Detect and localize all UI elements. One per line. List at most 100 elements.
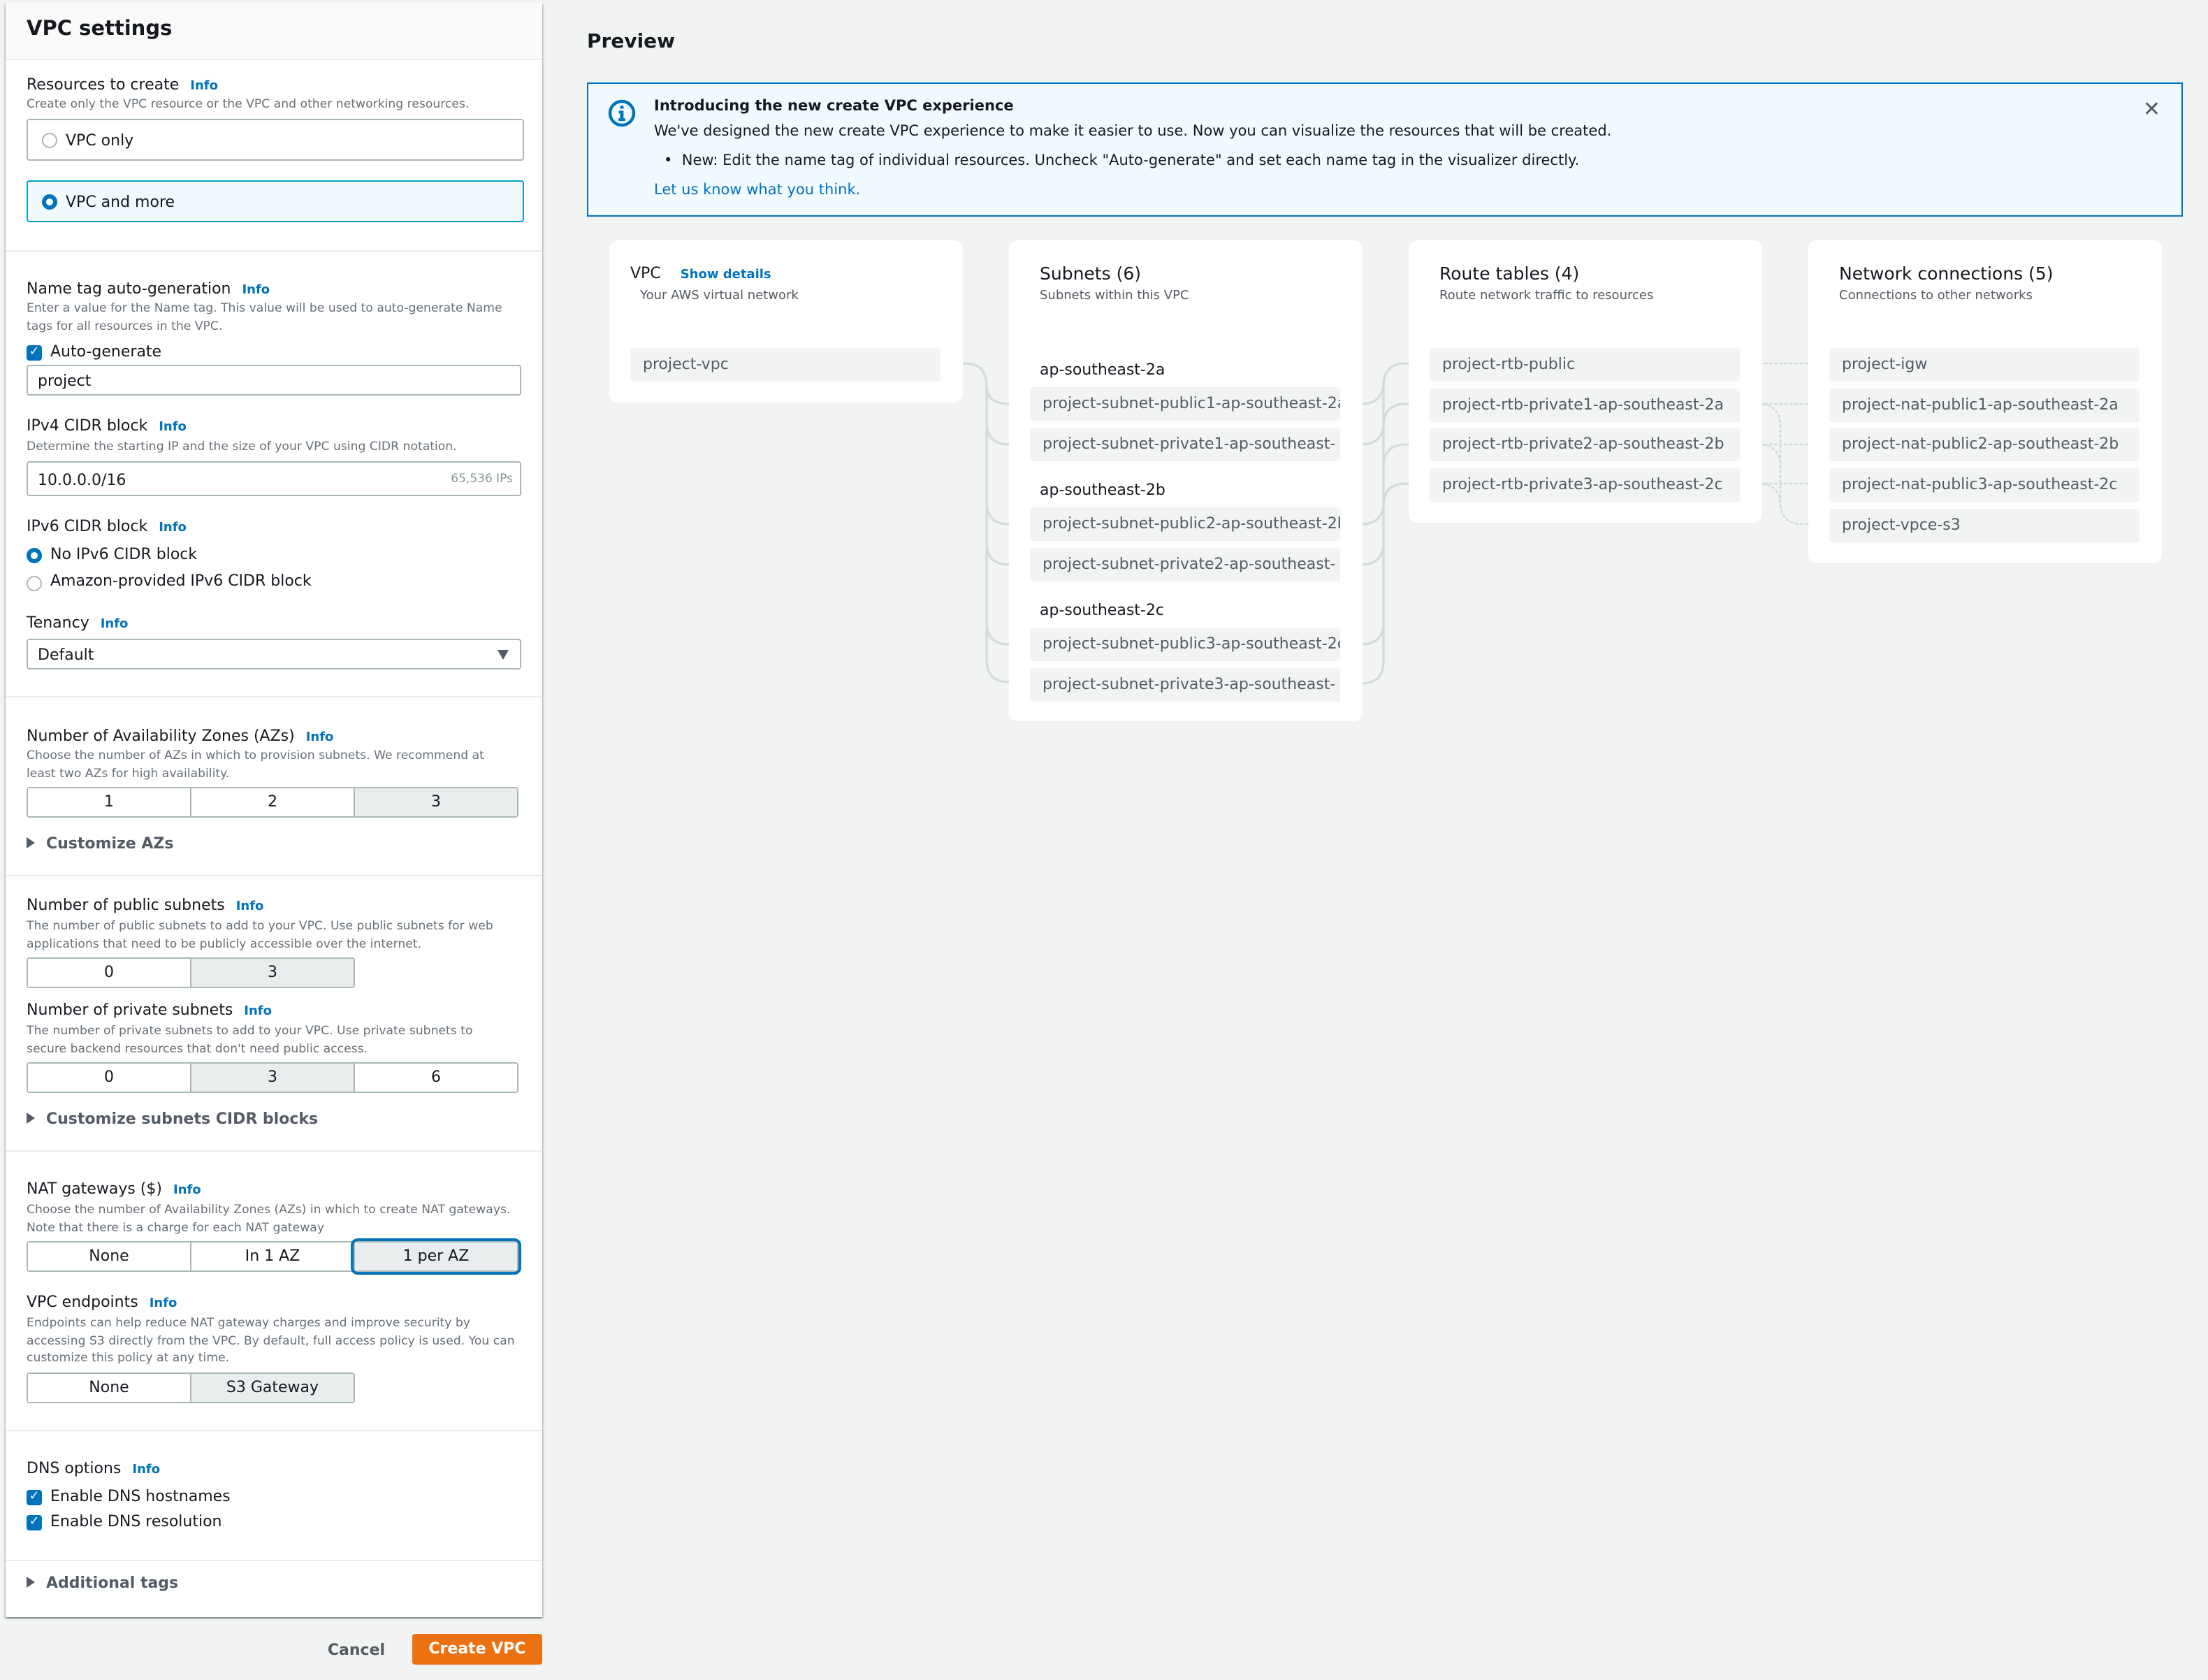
tenancy-info-link[interactable]: Info bbox=[101, 618, 129, 632]
info-alert: Introducing the new create VPC experienc… bbox=[587, 82, 2183, 217]
nat-option-1-per-az[interactable]: 1 per AZ bbox=[351, 1238, 521, 1275]
public-subnets-option-0[interactable]: 0 bbox=[28, 959, 191, 987]
ipv4-cidr-value: 10.0.0.0/16 bbox=[38, 471, 126, 489]
nat-option-in-1-az[interactable]: In 1 AZ bbox=[191, 1243, 355, 1270]
private-subnets-info-link[interactable]: Info bbox=[244, 1005, 272, 1019]
radio-card-vpc-and-more[interactable]: VPC and more bbox=[27, 180, 524, 222]
resources-label: Resources to create Info bbox=[27, 75, 218, 94]
dns-resolution-checkbox[interactable]: ✓ bbox=[27, 1515, 42, 1530]
network-connection-node[interactable]: project-nat-public1-ap-southeast-2a bbox=[1829, 389, 2140, 422]
subnet-node[interactable]: project-subnet-private1-ap-southeast- bbox=[1030, 428, 1340, 461]
private-subnets-label-text: Number of private subnets bbox=[27, 1001, 233, 1019]
route-table-node[interactable]: project-rtb-private1-ap-southeast-2a bbox=[1430, 389, 1740, 422]
caret-down-icon bbox=[497, 650, 509, 660]
divider bbox=[6, 875, 542, 876]
dns-hostnames-checkbox[interactable]: ✓ bbox=[27, 1490, 42, 1505]
cancel-button[interactable]: Cancel bbox=[310, 1635, 402, 1666]
network-connection-node[interactable]: project-igw bbox=[1829, 348, 2140, 382]
endpoints-option-none[interactable]: None bbox=[28, 1374, 191, 1402]
resources-description: Create only the VPC resource or the VPC … bbox=[27, 98, 470, 112]
radio-vpc-only-label: VPC only bbox=[66, 131, 134, 150]
route-tables-card-title: Route tables (4) bbox=[1439, 263, 1580, 284]
route-table-node[interactable]: project-rtb-public bbox=[1430, 348, 1740, 382]
additional-tags-label: Additional tags bbox=[46, 1574, 179, 1592]
radio-amazon-ipv6[interactable] bbox=[27, 576, 42, 591]
vpc-card-title: VPC Show details bbox=[630, 264, 771, 282]
dns-options-label: DNS options Info bbox=[27, 1459, 160, 1477]
subnet-node[interactable]: project-subnet-public1-ap-southeast-2a bbox=[1030, 387, 1340, 421]
az-label: ap-southeast-2c bbox=[1040, 601, 1164, 619]
subnet-node[interactable]: project-subnet-public2-ap-southeast-2b bbox=[1030, 507, 1340, 541]
tenancy-select[interactable]: Default bbox=[27, 639, 521, 669]
public-subnets-option-3[interactable]: 3 bbox=[191, 959, 354, 987]
name-tag-input[interactable]: project bbox=[27, 365, 521, 396]
ipv4-info-link[interactable]: Info bbox=[159, 421, 187, 435]
route-table-node[interactable]: project-rtb-private2-ap-southeast-2b bbox=[1430, 428, 1740, 461]
radio-card-vpc-only[interactable]: VPC only bbox=[27, 119, 524, 161]
subnet-node[interactable]: project-subnet-private2-ap-southeast- bbox=[1030, 548, 1340, 581]
subnets-card-title: Subnets (6) bbox=[1040, 263, 1141, 284]
network-connection-node[interactable]: project-vpce-s3 bbox=[1829, 509, 2140, 542]
nat-option-none[interactable]: None bbox=[28, 1243, 191, 1270]
ipv6-info-link[interactable]: Info bbox=[159, 521, 187, 535]
private-subnets-segmented-control: 0 3 6 bbox=[27, 1062, 518, 1093]
azs-option-1[interactable]: 1 bbox=[28, 788, 191, 816]
radio-vpc-and-more-label: VPC and more bbox=[66, 193, 175, 211]
bullet-dot: • bbox=[664, 152, 682, 169]
private-subnets-option-0[interactable]: 0 bbox=[28, 1064, 191, 1092]
vpc-endpoints-label-text: VPC endpoints bbox=[27, 1293, 138, 1311]
vpc-settings-panel: VPC settings Resources to create Info Cre… bbox=[6, 3, 542, 1617]
public-subnets-info-link[interactable]: Info bbox=[236, 900, 264, 914]
additional-tags-expander[interactable]: Additional tags bbox=[27, 1574, 178, 1592]
subnet-node[interactable]: project-subnet-private3-ap-southeast- bbox=[1030, 668, 1340, 702]
radio-no-ipv6[interactable] bbox=[27, 548, 42, 563]
radio-vpc-only[interactable] bbox=[42, 133, 57, 148]
az-label: ap-southeast-2a bbox=[1040, 361, 1165, 379]
vpc-endpoints-info-link[interactable]: Info bbox=[150, 1297, 177, 1311]
dns-hostnames-label: Enable DNS hostnames bbox=[50, 1487, 231, 1505]
private-subnets-option-6[interactable]: 6 bbox=[355, 1064, 517, 1092]
ipv4-description: Determine the starting IP and the size o… bbox=[27, 440, 457, 454]
azs-info-link[interactable]: Info bbox=[306, 731, 334, 745]
auto-generate-checkbox[interactable]: ✓ bbox=[27, 345, 42, 361]
network-connection-node[interactable]: project-nat-public3-ap-southeast-2c bbox=[1829, 468, 2140, 502]
public-subnets-label-text: Number of public subnets bbox=[27, 896, 225, 914]
vpc-card: VPC Show details Your AWS virtual network… bbox=[609, 240, 963, 403]
radio-vpc-and-more[interactable] bbox=[42, 194, 57, 210]
close-icon[interactable]: ✕ bbox=[2143, 96, 2160, 122]
vpc-node[interactable]: project-vpc bbox=[630, 348, 940, 382]
resources-info-link[interactable]: Info bbox=[190, 80, 218, 94]
route-tables-card-subtitle: Route network traffic to resources bbox=[1439, 289, 1654, 303]
name-tag-info-link[interactable]: Info bbox=[242, 284, 270, 298]
subnet-node[interactable]: project-subnet-public3-ap-southeast-2c bbox=[1030, 628, 1340, 661]
name-tag-description: Enter a value for the Name tag. This val… bbox=[27, 302, 502, 333]
endpoints-option-s3-gateway[interactable]: S3 Gateway bbox=[191, 1374, 354, 1402]
network-connections-card: Network connections (5) Connections to o… bbox=[1808, 240, 2162, 563]
customize-azs-expander[interactable]: Customize AZs bbox=[27, 834, 173, 853]
customize-subnets-cidr-label: Customize subnets CIDR blocks bbox=[46, 1110, 319, 1128]
ipv4-label-text: IPv4 CIDR block bbox=[27, 417, 148, 435]
vpc-card-title-text: VPC bbox=[630, 264, 661, 282]
alert-body: We've designed the new create VPC experi… bbox=[654, 123, 1612, 140]
azs-label: Number of Availability Zones (AZs) Info bbox=[27, 727, 333, 745]
azs-label-text: Number of Availability Zones (AZs) bbox=[27, 727, 295, 745]
nat-gateways-label: NAT gateways ($) Info bbox=[27, 1180, 201, 1198]
azs-option-3[interactable]: 3 bbox=[355, 788, 517, 816]
azs-option-2[interactable]: 2 bbox=[191, 788, 355, 816]
feedback-link[interactable]: Let us know what you think. bbox=[654, 182, 860, 198]
network-connection-node[interactable]: project-nat-public2-ap-southeast-2b bbox=[1829, 428, 2140, 461]
divider bbox=[6, 250, 542, 252]
private-subnets-option-3[interactable]: 3 bbox=[191, 1064, 355, 1092]
create-vpc-button[interactable]: Create VPC bbox=[412, 1634, 542, 1665]
resources-label-text: Resources to create bbox=[27, 75, 180, 94]
subnets-card-subtitle: Subnets within this VPC bbox=[1040, 289, 1189, 303]
ipv4-cidr-input[interactable]: 10.0.0.0/16 65,536 IPs bbox=[27, 461, 521, 496]
nat-gateways-info-link[interactable]: Info bbox=[173, 1184, 201, 1198]
dns-resolution-label: Enable DNS resolution bbox=[50, 1512, 222, 1530]
route-table-node[interactable]: project-rtb-private3-ap-southeast-2c bbox=[1430, 468, 1740, 502]
dns-options-info-link[interactable]: Info bbox=[132, 1463, 160, 1477]
customize-subnets-cidr-expander[interactable]: Customize subnets CIDR blocks bbox=[27, 1110, 318, 1128]
vpc-endpoints-segmented-control: None S3 Gateway bbox=[27, 1373, 355, 1403]
show-details-link[interactable]: Show details bbox=[681, 268, 771, 282]
name-tag-label-text: Name tag auto-generation bbox=[27, 280, 231, 298]
